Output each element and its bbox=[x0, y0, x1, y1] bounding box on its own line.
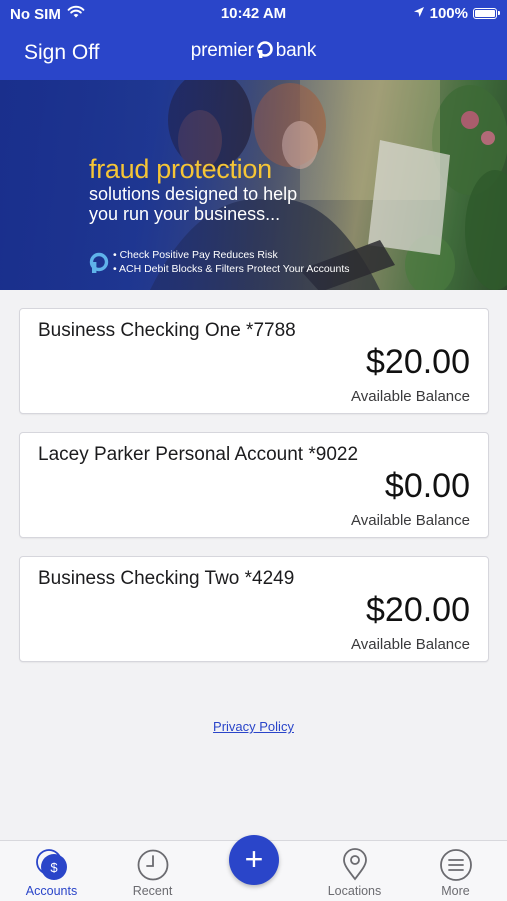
account-card[interactable]: Business Checking Two *4249 $20.00 Avail… bbox=[19, 556, 489, 662]
account-balance: $0.00 bbox=[384, 467, 470, 505]
tab-more[interactable]: More bbox=[405, 841, 506, 901]
privacy-policy-container: Privacy Policy bbox=[0, 718, 507, 736]
banner-brand-mark-icon bbox=[88, 252, 110, 279]
account-balance: $20.00 bbox=[366, 343, 470, 381]
account-name: Business Checking One *7788 bbox=[38, 320, 296, 341]
location-arrow-icon bbox=[413, 5, 425, 22]
accounts-dollar-icon: $ bbox=[34, 848, 70, 889]
tab-label: Accounts bbox=[25, 884, 78, 898]
app-header: No SIM 10:42 AM 100% Sign Off premier ban… bbox=[0, 0, 507, 80]
map-pin-icon bbox=[338, 848, 372, 887]
logo-text-bank: bank bbox=[275, 40, 317, 61]
privacy-policy-link[interactable]: Privacy Policy bbox=[213, 719, 294, 734]
account-name: Lacey Parker Personal Account *9022 bbox=[38, 444, 359, 465]
account-name: Business Checking Two *4249 bbox=[38, 568, 295, 589]
account-balance: $20.00 bbox=[366, 591, 470, 629]
tab-label: Recent bbox=[132, 884, 173, 898]
promo-banner[interactable]: fraud protection solutions designed to h… bbox=[0, 80, 507, 290]
battery-icon bbox=[473, 8, 500, 19]
balance-label: Available Balance bbox=[351, 388, 470, 405]
logo-text-premier: premier bbox=[190, 40, 254, 61]
nav-bar: Sign Off premier bank bbox=[0, 28, 507, 80]
plus-icon: + bbox=[244, 841, 264, 877]
balance-label: Available Balance bbox=[351, 512, 470, 529]
balance-label: Available Balance bbox=[351, 636, 470, 653]
banner-bullet-2: • ACH Debit Blocks & Filters Protect You… bbox=[113, 263, 350, 275]
svg-text:$: $ bbox=[50, 860, 58, 875]
account-card[interactable]: Business Checking One *7788 $20.00 Avail… bbox=[19, 308, 489, 414]
clock-icon bbox=[136, 848, 170, 887]
tab-label: Locations bbox=[327, 884, 382, 898]
banner-subtitle-line2: you run your business... bbox=[89, 204, 281, 224]
status-bar: No SIM 10:42 AM 100% bbox=[0, 0, 507, 28]
battery-percent: 100% bbox=[429, 5, 468, 22]
banner-bullet-1: • Check Positive Pay Reduces Risk bbox=[113, 249, 278, 261]
accounts-list: Business Checking One *7788 $20.00 Avail… bbox=[19, 308, 489, 680]
premier-bank-logo-mark-icon bbox=[256, 41, 273, 58]
add-action-button[interactable]: + bbox=[229, 835, 279, 885]
tab-label: More bbox=[441, 884, 470, 898]
tab-locations[interactable]: Locations bbox=[304, 841, 405, 901]
tab-accounts[interactable]: $ Accounts bbox=[1, 841, 102, 901]
premier-bank-logo: premier bank bbox=[0, 40, 507, 62]
banner-subtitle-line1: solutions designed to help bbox=[89, 184, 298, 204]
tab-recent[interactable]: Recent bbox=[102, 841, 203, 901]
banner-title: fraud protection bbox=[89, 154, 272, 184]
account-card[interactable]: Lacey Parker Personal Account *9022 $0.0… bbox=[19, 432, 489, 538]
menu-icon bbox=[439, 848, 473, 887]
